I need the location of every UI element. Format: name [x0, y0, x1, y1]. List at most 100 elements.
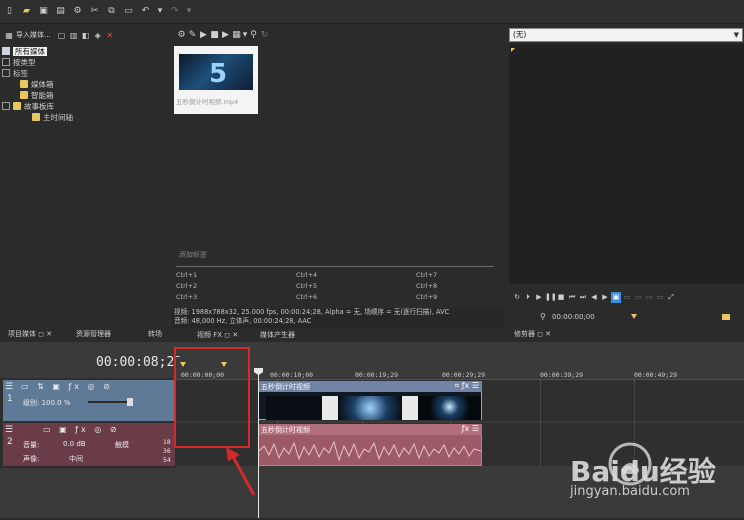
undo-dropdown-icon[interactable]: ▾ [157, 6, 163, 17]
tree-item-label: 按类型 [13, 58, 36, 67]
expand-track-icon[interactable]: ☰ [5, 382, 13, 392]
expand-icon[interactable] [2, 102, 10, 110]
clip-fx-icon[interactable]: ƒx ☰ [462, 424, 479, 433]
go-to-start-icon[interactable]: ⏮ [567, 292, 577, 303]
annotation-arrow [226, 447, 256, 496]
expand-icon[interactable]: ⤢ [666, 292, 676, 303]
baidu-watermark: Baidu经验 jingyan.baidu.com [560, 430, 744, 518]
dock-icon[interactable]: ◻ [224, 331, 230, 339]
clip-fx-icon[interactable]: ⌗ ƒx ☰ [455, 381, 479, 391]
close-icon[interactable]: ✕ [545, 330, 551, 338]
tab-trimmer[interactable]: 修剪器 ◻ ✕ [514, 329, 551, 339]
close-icon[interactable]: ✕ [46, 330, 52, 338]
dock-icon[interactable]: ◻ [537, 330, 543, 338]
audio-clip-header[interactable]: 五秒倒计时视频 ƒx ☰ [258, 424, 482, 435]
expand-icon[interactable] [2, 58, 10, 66]
paste-icon[interactable]: ▭ [123, 6, 134, 17]
copy-icon[interactable]: ⧉ [106, 6, 117, 17]
media-info-bar: 视频: 1988x788x32, 25.000 fps, 00:00:24;28… [172, 308, 504, 328]
level-slider-thumb[interactable] [127, 398, 133, 406]
undo-icon[interactable]: ↶ [140, 6, 151, 17]
remove-unused-icon[interactable]: ◈ [93, 30, 103, 41]
tree-item-by-type[interactable]: 按类型 [2, 57, 170, 68]
ruler-label: 00:00:29;29 [442, 371, 486, 379]
expand-track-icon[interactable]: ☰ [5, 425, 13, 435]
meter-scale: 54 [163, 457, 171, 464]
preview-source-select[interactable]: (无) ▼ [509, 28, 743, 42]
automation-mode[interactable]: 触摸 [115, 440, 129, 450]
get-media-icon[interactable]: ▥ [69, 30, 79, 41]
play-icon[interactable]: ▶ [534, 292, 544, 303]
video-track-controls[interactable]: ▭ ⇅ ▣ ƒx ◎ ⊘ [21, 382, 113, 391]
pause-icon[interactable]: ❚❚ [545, 292, 557, 303]
add-region-icon[interactable]: ▭ [655, 292, 665, 303]
fit-icon[interactable]: ▭ [633, 292, 643, 303]
video-clip-header[interactable]: 五秒倒计时视频 ⌗ ƒx ☰ [258, 381, 482, 392]
preview-select-value: (无) [513, 30, 527, 39]
tab-explorer[interactable]: 资源管理器 [76, 329, 111, 339]
views-icon[interactable]: ▦ [231, 30, 242, 41]
redo-dropdown-icon[interactable]: ▾ [186, 6, 192, 17]
tree-item-tags[interactable]: 标签 [2, 68, 170, 79]
stop-icon[interactable]: ■ [556, 292, 566, 303]
media-thumbnail-image: 5 [179, 54, 253, 90]
timeline-current-timecode[interactable]: 00:00:08;22 [96, 355, 182, 370]
tab-transitions[interactable]: 转场 [148, 329, 162, 339]
tag-shortcut: Ctrl+1 [176, 271, 198, 279]
video-track-header[interactable]: ☰ 1 ▭ ⇅ ▣ ƒx ◎ ⊘ 级别: 100.0 % [3, 380, 175, 421]
overwrite-icon[interactable]: ▣ [611, 291, 621, 303]
capture-icon[interactable]: ▢ [57, 30, 67, 41]
play-icon[interactable]: ▶ [198, 30, 209, 41]
tab-project-media[interactable]: 项目媒体 ◻ ✕ [8, 329, 52, 339]
play-from-start-icon[interactable]: ⏵ [523, 292, 533, 303]
folder-icon [13, 102, 21, 110]
insert-icon[interactable]: ▭ [622, 292, 632, 303]
open-folder-icon[interactable]: ▰ [21, 6, 32, 17]
tree-item-media-bin[interactable]: 媒体箱 [2, 79, 170, 90]
clip-frame [402, 396, 418, 420]
volume-value[interactable]: 0.0 dB [63, 440, 86, 448]
prev-frame-icon[interactable]: ◀ [589, 292, 599, 303]
track-number: 2 [7, 437, 13, 447]
audio-track-controls[interactable]: ▭ ▣ ƒx ◎ ⊘ [43, 425, 120, 434]
media-view-icon[interactable]: ▦ [4, 30, 14, 41]
media-bin-tree: 所有媒体 按类型 标签 媒体箱 智能箱 故事板库 主时间轴 [2, 46, 170, 286]
close-icon[interactable]: ✕ [232, 331, 238, 339]
tree-item-storyboard-library[interactable]: 故事板库 [2, 101, 170, 112]
stop-icon[interactable]: ■ [209, 30, 220, 41]
tag-shortcut: Ctrl+4 [296, 271, 318, 279]
auto-preview-icon[interactable]: ▶ [220, 30, 231, 41]
import-media-button[interactable]: 导入媒体... [16, 30, 51, 40]
pan-label: 声像: [23, 455, 40, 463]
video-info: 视频: 1988x788x32, 25.000 fps, 00:00:24;28… [174, 308, 450, 316]
media-generator-icon[interactable]: ✎ [187, 30, 198, 41]
media-node-icon [2, 47, 10, 55]
audio-track-header[interactable]: ☰ 2 ▭ ▣ ƒx ◎ ⊘ 音量: 0.0 dB 声像: 中间 触摸 18 3… [3, 423, 175, 466]
search-icon[interactable]: ⚲ [248, 30, 259, 41]
clip-frame [322, 396, 338, 420]
delete-icon[interactable]: ✕ [105, 30, 115, 41]
tag-divider [176, 266, 494, 267]
extract-audio-icon[interactable]: ◧ [81, 30, 91, 41]
media-fx-gear-icon[interactable]: ⚙ [176, 30, 187, 41]
new-file-icon[interactable]: ▯ [4, 6, 15, 17]
tree-item-main-timeline[interactable]: 主时间轴 [2, 112, 170, 123]
loop-icon[interactable]: ↻ [512, 292, 522, 303]
dock-icon[interactable]: ◻ [38, 330, 44, 338]
tree-item-smart-bin[interactable]: 智能箱 [2, 90, 170, 101]
tree-item-all-media[interactable]: 所有媒体 [2, 46, 170, 57]
next-frame-icon[interactable]: ▶ [600, 292, 610, 303]
cut-icon[interactable]: ✂ [89, 6, 100, 17]
add-to-timeline-icon[interactable]: ▭ [644, 292, 654, 303]
refresh-icon[interactable]: ↻ [259, 30, 270, 41]
level-slider[interactable] [88, 401, 132, 403]
save-icon[interactable]: ▣ [38, 6, 49, 17]
properties-gear-icon[interactable]: ⚙ [72, 6, 83, 17]
add-tag-hint[interactable]: 添加标签 [178, 250, 206, 260]
tab-media-generators[interactable]: 媒体产生器 [260, 330, 295, 340]
go-to-end-icon[interactable]: ⏭ [578, 292, 588, 303]
pan-value[interactable]: 中间 [69, 454, 83, 464]
save-as-icon[interactable]: ▤ [55, 6, 66, 17]
redo-icon[interactable]: ↷ [169, 6, 180, 17]
tab-video-fx[interactable]: 视频 FX ◻ ✕ [197, 330, 238, 340]
